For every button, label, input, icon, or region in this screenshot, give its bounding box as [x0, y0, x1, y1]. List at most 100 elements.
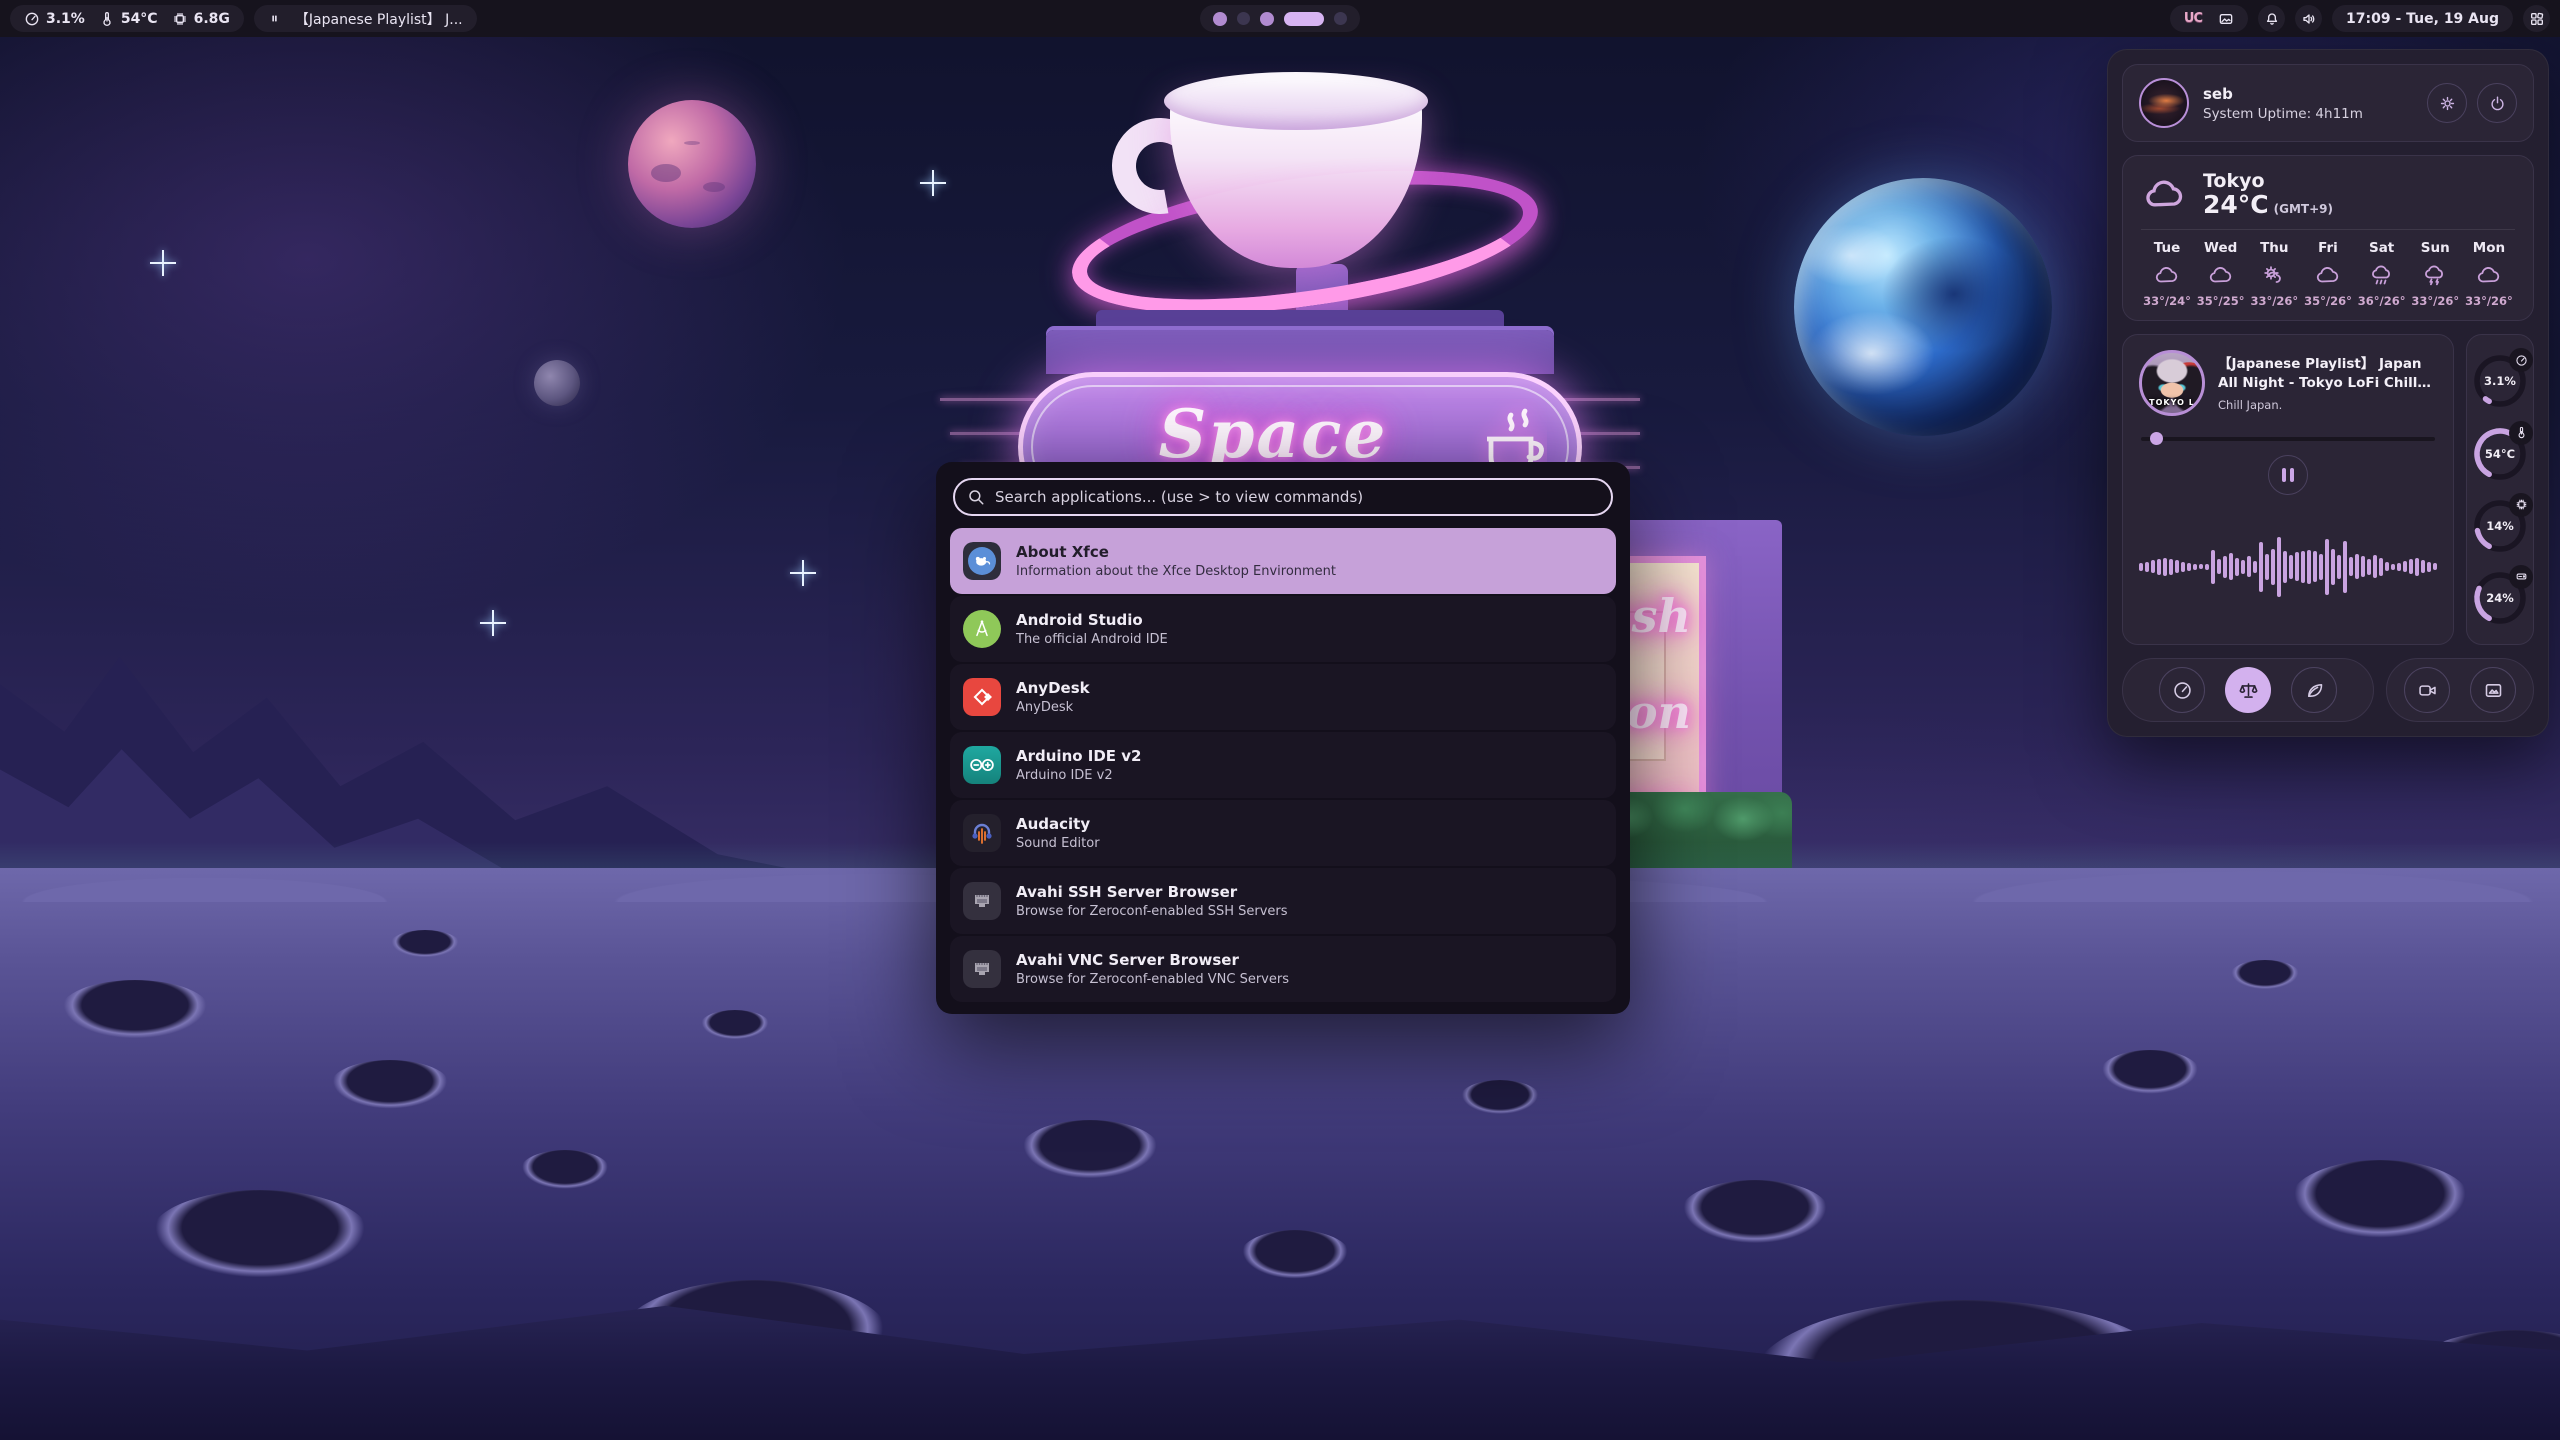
system-stats-column: 3.1% 54°C 14% 24% [2466, 334, 2534, 645]
forecast-day-label: Wed [2204, 240, 2237, 256]
app-row-about-xfce[interactable]: About Xfce Information about the Xfce De… [950, 528, 1616, 594]
arduino-icon [963, 746, 1001, 784]
progress-thumb[interactable] [2150, 432, 2163, 445]
app-title: Avahi VNC Server Browser [1016, 951, 1289, 969]
desktop: Space Coffee eshoonans [0, 0, 2560, 1440]
gauge-icon [24, 11, 40, 27]
app-launcher: About Xfce Information about the Xfce De… [936, 462, 1630, 1014]
stat-ring-disk: 24% [2471, 569, 2529, 627]
crater [60, 980, 210, 1040]
media-pill[interactable]: 【Japanese Playlist】 J... [254, 5, 477, 32]
settings-button[interactable] [2427, 83, 2467, 123]
thermometer-icon [99, 11, 115, 27]
wallpaper-icon[interactable] [2218, 11, 2234, 27]
app-row-android-studio[interactable]: Android Studio The official Android IDE [950, 596, 1616, 662]
disk-icon [2509, 565, 2533, 589]
power-button[interactable] [2477, 83, 2517, 123]
app-title: AnyDesk [1016, 679, 1090, 697]
workspace-dot-1[interactable] [1213, 12, 1227, 26]
top-bar: 3.1% 54°C 6.8G 【Japanese Playlist】 J... … [0, 0, 2560, 37]
app-desc: AnyDesk [1016, 700, 1090, 715]
avahi-icon [963, 950, 1001, 988]
cloud-icon [2153, 263, 2181, 287]
clock[interactable]: 17:09 - Tue, 19 Aug [2332, 5, 2513, 32]
app-row-audacity[interactable]: Audacity Sound Editor [950, 800, 1616, 866]
grid-icon [2529, 11, 2545, 27]
cafe-roof [1046, 330, 1554, 374]
forecast-day-label: Tue [2154, 240, 2181, 256]
cpu-temp: 54°C [99, 11, 158, 27]
user-card: seb System Uptime: 4h11m [2122, 64, 2534, 142]
weather-timezone: (GMT+9) [2274, 202, 2333, 216]
storm-icon [2421, 263, 2449, 287]
crater [390, 930, 460, 958]
app-desc: Arduino IDE v2 [1016, 768, 1142, 783]
media-progress-bar[interactable] [2141, 432, 2435, 445]
gauge-icon [2172, 680, 2193, 701]
album-art: TOKYO L [2139, 350, 2205, 416]
memory-usage: 6.8G [172, 11, 230, 27]
forecast-temps: 33°/26° [2250, 294, 2298, 308]
scales-icon [2238, 680, 2259, 701]
search-icon [967, 488, 985, 506]
cpu-usage-value: 3.1% [46, 11, 85, 27]
forecast-temps: 36°/26° [2358, 294, 2406, 308]
screen-record-button[interactable] [2404, 667, 2450, 713]
star-sparkle [150, 250, 176, 276]
pink-planet [628, 100, 756, 228]
app-row-anydesk[interactable]: AnyDesk AnyDesk [950, 664, 1616, 730]
notifications-button[interactable] [2258, 5, 2285, 32]
profile-balanced-button[interactable] [2225, 667, 2271, 713]
app-title: Arduino IDE v2 [1016, 747, 1142, 765]
forecast-day-wed: Wed 35°/25° [2195, 240, 2247, 308]
stat-ring-chip: 14% [2471, 497, 2529, 555]
forecast-day-label: Fri [2318, 240, 2338, 256]
media-pill-label: 【Japanese Playlist】 J... [295, 9, 463, 29]
app-title: Audacity [1016, 815, 1100, 833]
forecast-day-fri: Fri 35°/26° [2302, 240, 2354, 308]
weather-card: Tokyo 24°C (GMT+9) Tue 33°/24°Wed 35°/25… [2122, 155, 2534, 321]
app-list: About Xfce Information about the Xfce De… [950, 528, 1616, 1002]
workspace-dot-2[interactable] [1237, 12, 1250, 25]
profile-performance-button[interactable] [2159, 667, 2205, 713]
forecast-day-label: Sat [2369, 240, 2394, 256]
pause-button[interactable] [2268, 455, 2308, 495]
stat-ring-gauge: 3.1% [2471, 352, 2529, 410]
chip-icon [172, 11, 188, 27]
app-desc: Browse for Zeroconf-enabled SSH Servers [1016, 904, 1288, 919]
dashboard-button[interactable] [2523, 5, 2550, 32]
tray-app-icon[interactable]: UC [2184, 11, 2202, 26]
videocam-icon [2417, 680, 2438, 701]
screenshot-button[interactable] [2470, 667, 2516, 713]
cpu-temp-value: 54°C [121, 11, 158, 27]
forecast-day-mon: Mon 33°/26° [2463, 240, 2515, 308]
crater [150, 1190, 370, 1280]
forecast-row: Tue 33°/24°Wed 35°/25°Thu 33°/26°Fri 35°… [2141, 240, 2515, 308]
workspace-dot-5[interactable] [1334, 12, 1347, 25]
volume-button[interactable] [2295, 5, 2322, 32]
crater [1240, 1230, 1350, 1280]
star-sparkle [790, 560, 816, 586]
crater [2230, 960, 2300, 990]
app-row-avahi-ssh-server-browser[interactable]: Avahi SSH Server Browser Browse for Zero… [950, 868, 1616, 934]
media-artist: Chill Japan. [2218, 398, 2437, 412]
app-row-avahi-vnc-server-browser[interactable]: Avahi VNC Server Browser Browse for Zero… [950, 936, 1616, 1002]
memory-usage-value: 6.8G [194, 11, 230, 27]
crater [1460, 1080, 1540, 1115]
search-input[interactable] [953, 478, 1613, 516]
chip-icon [2509, 493, 2533, 517]
workspace-dot-4[interactable] [1284, 12, 1324, 26]
workspace-dot-3[interactable] [1260, 12, 1274, 26]
app-row-arduino-ide-v2[interactable]: Arduino IDE v2 Arduino IDE v2 [950, 732, 1616, 798]
anydesk-icon [963, 678, 1001, 716]
app-desc: The official Android IDE [1016, 632, 1168, 647]
cloud-icon [2207, 263, 2235, 287]
avahi-icon [963, 882, 1001, 920]
profile-powersaver-button[interactable] [2291, 667, 2337, 713]
media-player-card: TOKYO L 【Japanese Playlist】 Japan All Ni… [2122, 334, 2454, 645]
audio-visualizer [2139, 499, 2437, 634]
workspace-indicator[interactable] [1200, 5, 1360, 32]
app-desc: Sound Editor [1016, 836, 1100, 851]
systray: UC [2170, 5, 2248, 32]
crater [2100, 1050, 2200, 1095]
